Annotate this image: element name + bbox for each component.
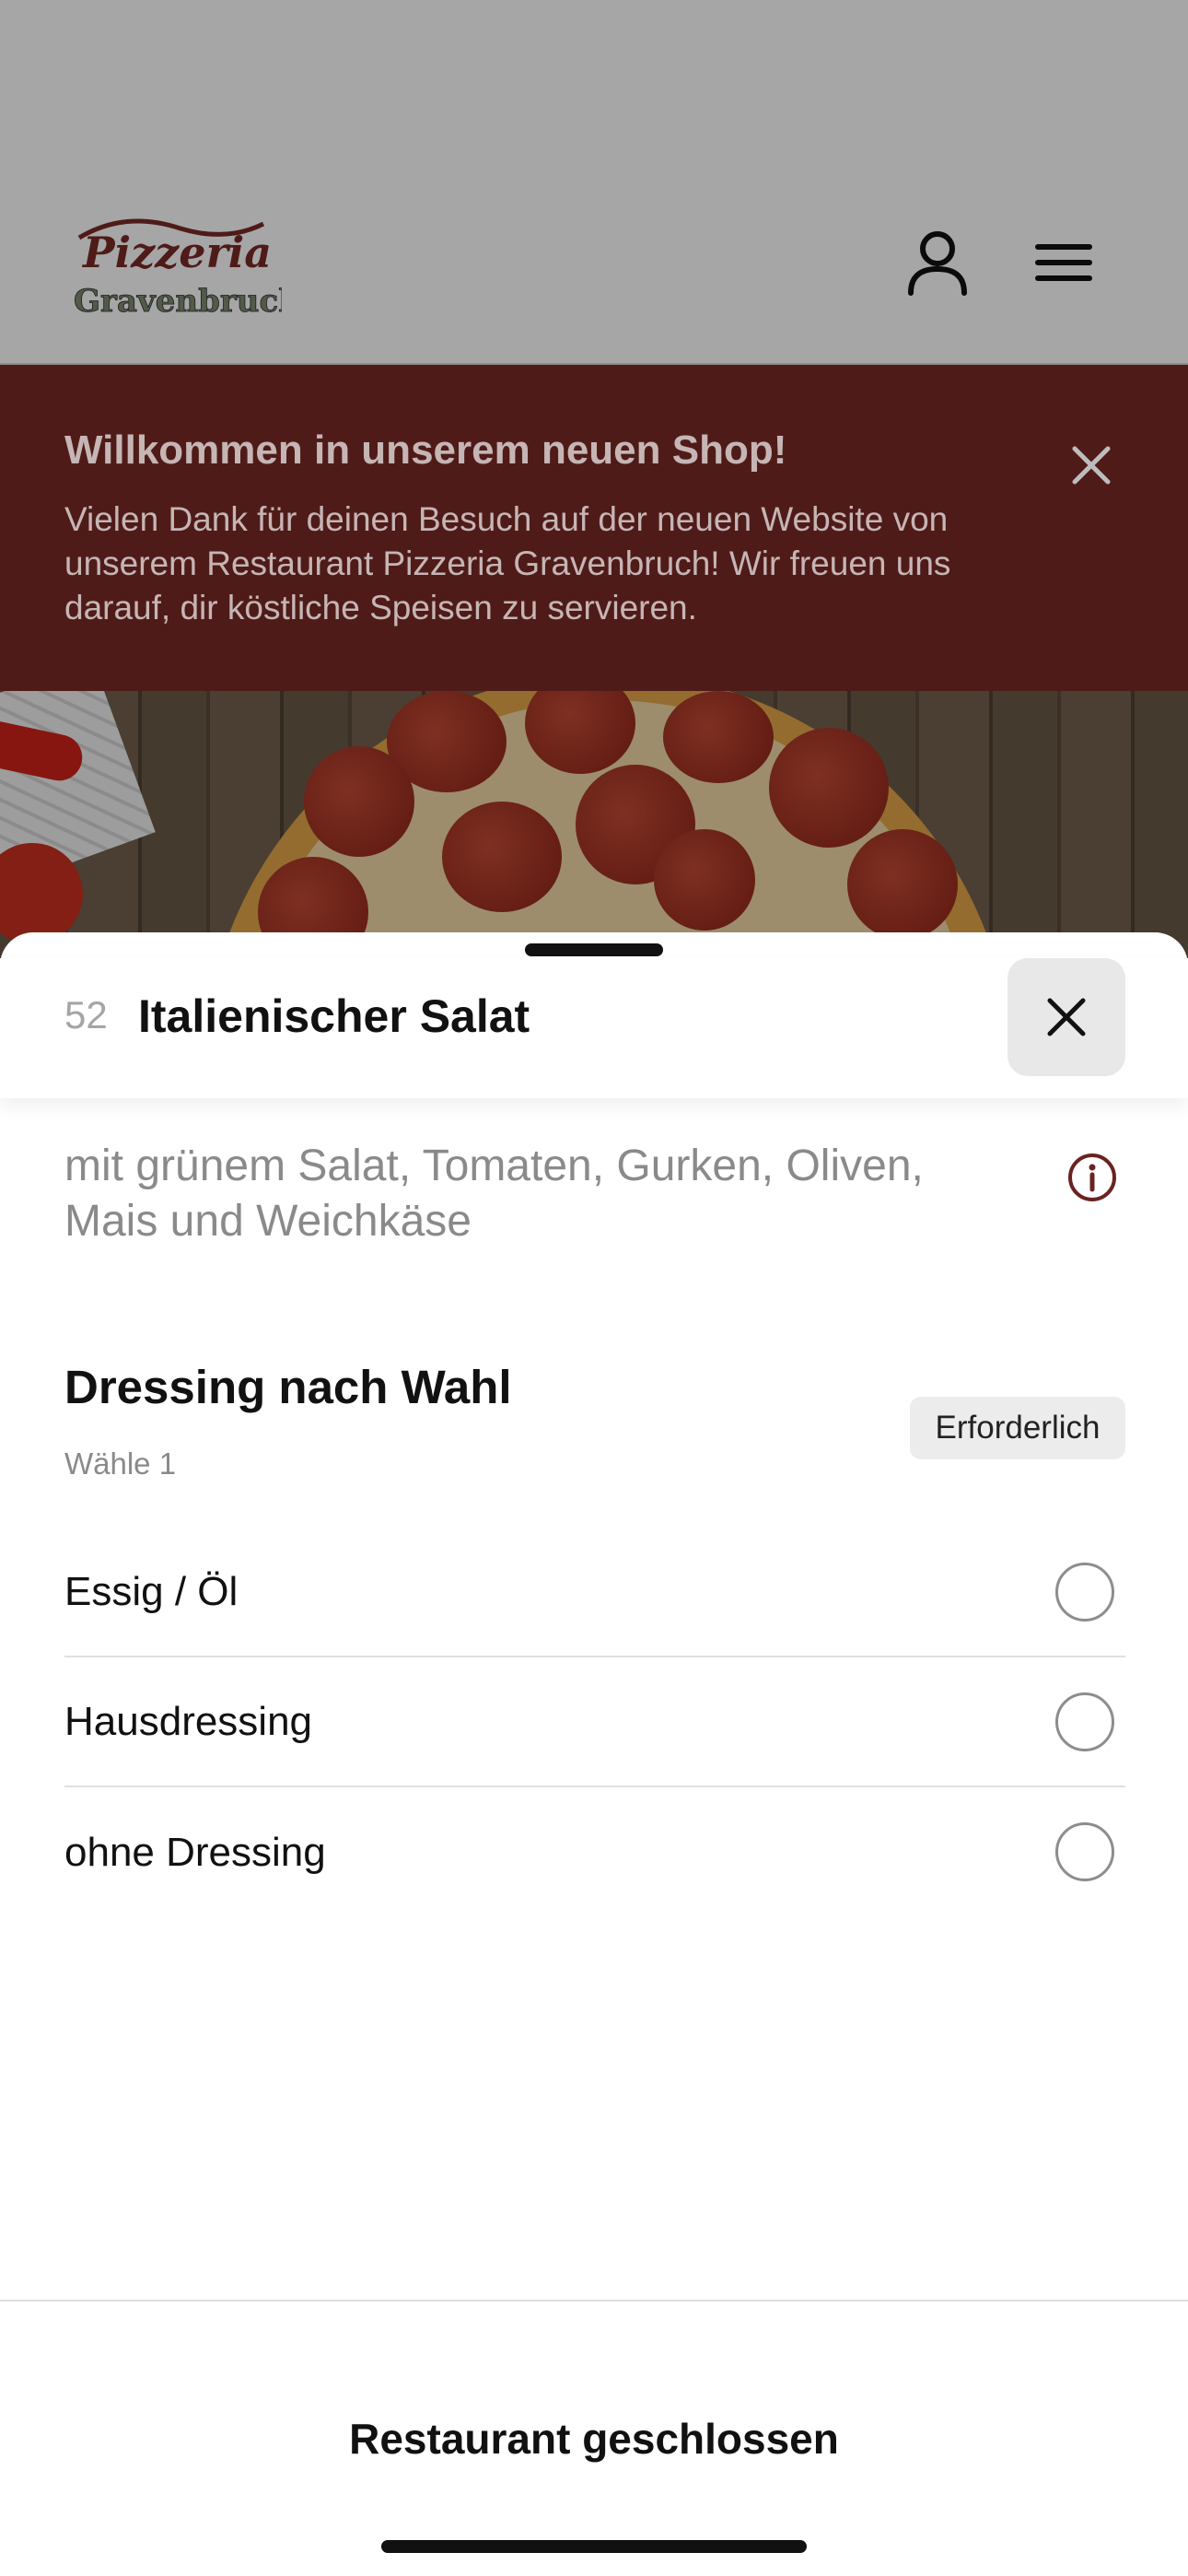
- sheet-grabber[interactable]: [525, 943, 663, 956]
- item-title: Italienischer Salat: [138, 990, 530, 1042]
- close-icon: [1072, 446, 1111, 485]
- option-list: Essig / Öl Hausdressing ohne Dressing: [64, 1528, 1125, 1917]
- option-label: Hausdressing: [64, 1698, 313, 1744]
- option-row[interactable]: Essig / Öl: [64, 1528, 1125, 1657]
- option-group-title: Dressing nach Wahl: [64, 1361, 512, 1413]
- banner-close-button[interactable]: [1059, 433, 1124, 498]
- option-label: Essig / Öl: [64, 1568, 239, 1614]
- item-description: mit grünem Salat, Tomaten, Gurken, Olive…: [64, 1142, 924, 1246]
- dim-overlay[interactable]: [0, 0, 1188, 958]
- option-row[interactable]: Hausdressing: [64, 1657, 1125, 1787]
- option-label: ohne Dressing: [64, 1829, 326, 1875]
- option-row[interactable]: ohne Dressing: [64, 1787, 1125, 1917]
- banner-text: Vielen Dank für deinen Besuch auf der ne…: [64, 500, 951, 626]
- option-group-subtitle: Wähle 1: [64, 1446, 177, 1481]
- radio-button[interactable]: [1055, 1822, 1114, 1881]
- sheet-close-button[interactable]: [1007, 958, 1125, 1076]
- info-icon: [1068, 1153, 1116, 1201]
- required-badge: Erforderlich: [910, 1397, 1125, 1459]
- info-button[interactable]: [1066, 1152, 1118, 1203]
- home-indicator[interactable]: [381, 2540, 807, 2553]
- banner-title: Willkommen in unserem neuen Shop!: [64, 427, 787, 473]
- background-page: Pizzeria Gravenbruch: [0, 0, 1188, 958]
- radio-button[interactable]: [1055, 1692, 1114, 1751]
- restaurant-status-label: Restaurant geschlossen: [349, 2415, 839, 2463]
- radio-button[interactable]: [1055, 1563, 1114, 1622]
- close-icon: [1047, 998, 1086, 1036]
- item-number: 52: [64, 993, 108, 1036]
